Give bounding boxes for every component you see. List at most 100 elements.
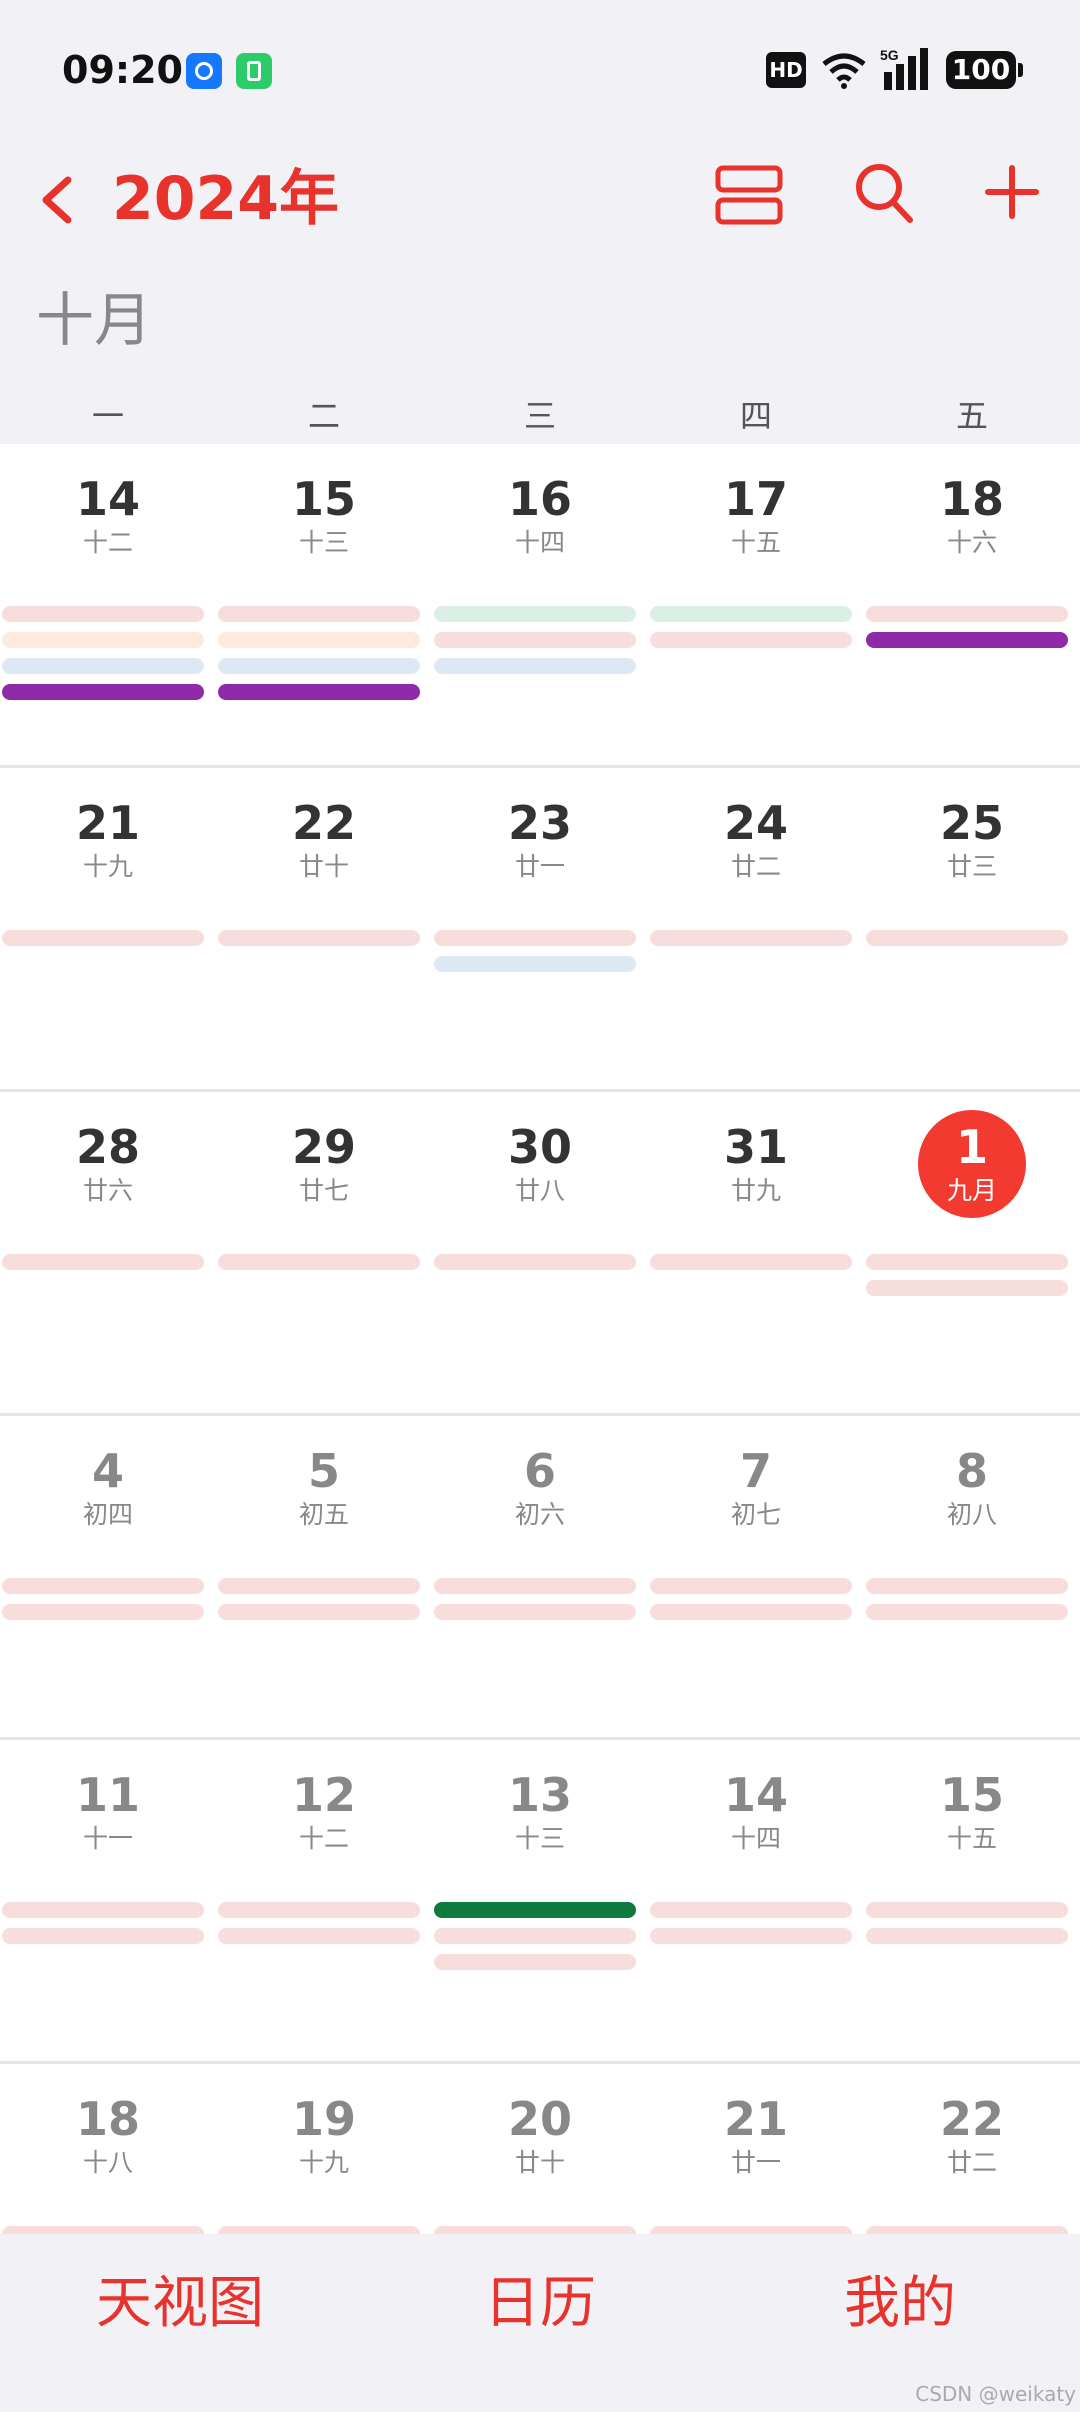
day-number: 20 (507, 2092, 572, 2146)
day-cell[interactable]: 31 廿九 (648, 1092, 864, 1413)
day-cell[interactable]: 29 廿七 (216, 1092, 432, 1413)
day-cell[interactable]: 19 十九 (216, 2064, 432, 2234)
event-bar[interactable] (218, 632, 420, 648)
lunar-date: 廿九 (730, 1176, 781, 1205)
event-bar[interactable] (218, 1902, 420, 1918)
lunar-date: 十九 (82, 852, 133, 881)
event-bar[interactable] (650, 1254, 852, 1270)
event-bar[interactable] (218, 684, 420, 700)
event-bar[interactable] (866, 930, 1068, 946)
day-cell[interactable]: 23 廿一 (432, 768, 648, 1089)
event-bar[interactable] (2, 632, 204, 648)
event-bar[interactable] (866, 1604, 1068, 1620)
day-cell[interactable]: 14 十二 (0, 444, 216, 765)
day-cell[interactable]: 22 廿十 (216, 768, 432, 1089)
event-bar[interactable] (650, 606, 852, 622)
event-bar[interactable] (866, 1254, 1068, 1270)
event-bar[interactable] (866, 632, 1068, 648)
event-bar[interactable] (2, 2226, 204, 2234)
event-bar[interactable] (866, 1928, 1068, 1944)
tab-calendar[interactable]: 日历 (360, 2234, 720, 2412)
day-cell[interactable]: 7 初七 (648, 1416, 864, 1737)
event-bar[interactable] (434, 930, 636, 946)
event-bar[interactable] (434, 1604, 636, 1620)
day-cell[interactable]: 25 廿三 (864, 768, 1080, 1089)
day-cell[interactable]: 18 十六 (864, 444, 1080, 765)
event-bar[interactable] (434, 1254, 636, 1270)
event-bar[interactable] (434, 606, 636, 622)
day-cell[interactable]: 21 廿一 (648, 2064, 864, 2234)
event-bar[interactable] (2, 1604, 204, 1620)
tab-day-view[interactable]: 天视图 (0, 2234, 360, 2412)
day-cell[interactable]: 12 十二 (216, 1740, 432, 2061)
event-bar[interactable] (2, 930, 204, 946)
event-bar[interactable] (650, 1928, 852, 1944)
event-bar[interactable] (2, 1254, 204, 1270)
event-bar[interactable] (434, 658, 636, 674)
event-bar[interactable] (218, 1604, 420, 1620)
day-cell[interactable]: 15 十五 (864, 1740, 1080, 2061)
day-cell[interactable]: 18 十八 (0, 2064, 216, 2234)
event-bar[interactable] (2, 606, 204, 622)
event-bar[interactable] (866, 606, 1068, 622)
event-bar[interactable] (866, 1902, 1068, 1918)
event-bar[interactable] (866, 2226, 1068, 2234)
event-bar[interactable] (650, 1902, 852, 1918)
event-bar[interactable] (434, 2226, 636, 2234)
event-bar[interactable] (434, 956, 636, 972)
event-bar[interactable] (650, 2226, 852, 2234)
event-bar[interactable] (2, 1902, 204, 1918)
event-bar[interactable] (2, 684, 204, 700)
event-bar[interactable] (218, 658, 420, 674)
event-bar[interactable] (650, 1578, 852, 1594)
month-label: 十月 (36, 286, 153, 354)
day-cell[interactable]: 20 廿十 (432, 2064, 648, 2234)
lunar-date: 十五 (730, 528, 781, 557)
lunar-date: 十二 (298, 1824, 349, 1853)
weekday-header: 一 二 三 四 五 (0, 388, 1080, 444)
event-bar[interactable] (866, 1280, 1068, 1296)
event-bar[interactable] (434, 1928, 636, 1944)
event-bar[interactable] (2, 1928, 204, 1944)
event-bar[interactable] (218, 2226, 420, 2234)
day-cell[interactable]: 16 十四 (432, 444, 648, 765)
view-toggle-icon[interactable] (714, 162, 784, 228)
day-cell[interactable]: 14 十四 (648, 1740, 864, 2061)
day-cell[interactable]: 6 初六 (432, 1416, 648, 1737)
event-bar[interactable] (218, 930, 420, 946)
event-bar[interactable] (218, 606, 420, 622)
search-icon[interactable] (852, 160, 916, 226)
event-bar[interactable] (434, 1578, 636, 1594)
calendar-grid: 14 十二 15 十三 16 十四 17 十五 18 十六 21 十九 22 廿… (0, 444, 1080, 2234)
day-cell[interactable]: 30 廿八 (432, 1092, 648, 1413)
day-cell[interactable]: 4 初四 (0, 1416, 216, 1737)
day-cell[interactable]: 21 十九 (0, 768, 216, 1089)
event-bar[interactable] (650, 632, 852, 648)
event-bar[interactable] (218, 1928, 420, 1944)
year-title[interactable]: 2024年 (112, 154, 339, 244)
day-cell[interactable]: 13 十三 (432, 1740, 648, 2061)
day-cell[interactable]: 28 廿六 (0, 1092, 216, 1413)
day-cell[interactable]: 11 十一 (0, 1740, 216, 2061)
day-cell[interactable]: 17 十五 (648, 444, 864, 765)
day-cell[interactable]: 5 初五 (216, 1416, 432, 1737)
day-cell[interactable]: 8 初八 (864, 1416, 1080, 1737)
event-bar[interactable] (434, 632, 636, 648)
event-bar[interactable] (2, 1578, 204, 1594)
day-cell[interactable]: 24 廿二 (648, 768, 864, 1089)
event-bar[interactable] (650, 1604, 852, 1620)
event-bar[interactable] (866, 1578, 1068, 1594)
event-bar[interactable] (218, 1578, 420, 1594)
day-cell[interactable]: 22 廿二 (864, 2064, 1080, 2234)
event-bar[interactable] (218, 1254, 420, 1270)
add-icon[interactable] (984, 162, 1040, 222)
event-bar[interactable] (434, 1902, 636, 1918)
day-number: 24 (723, 796, 788, 850)
day-cell[interactable]: 15 十三 (216, 444, 432, 765)
lunar-date: 廿六 (82, 1176, 133, 1205)
event-bar[interactable] (650, 930, 852, 946)
event-bar[interactable] (2, 658, 204, 674)
day-cell-today[interactable]: 1 九月 (864, 1092, 1080, 1413)
event-bar[interactable] (434, 1954, 636, 1970)
chevron-left-icon[interactable] (34, 170, 80, 230)
